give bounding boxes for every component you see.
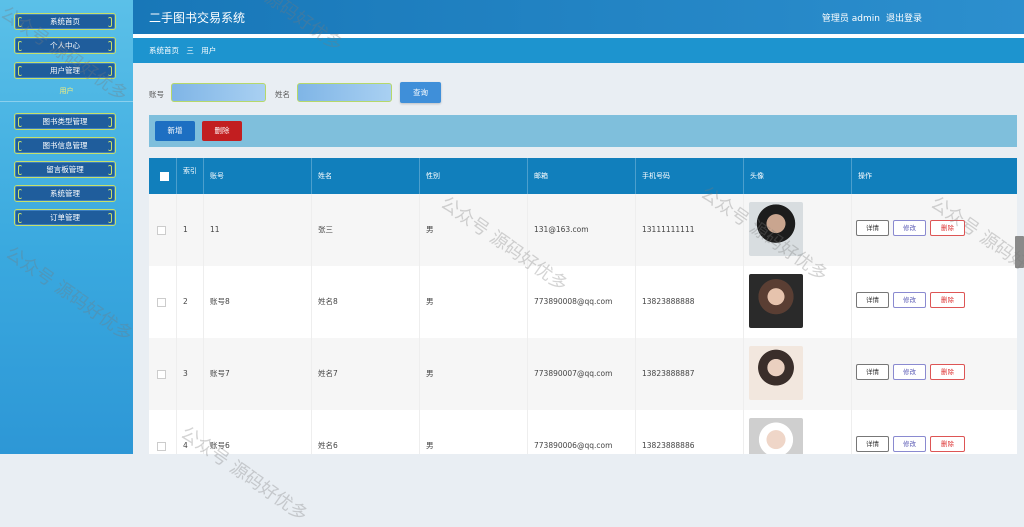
sidebar-divider: [0, 101, 133, 102]
cell-email: 131@163.com: [528, 194, 636, 266]
cell-avatar: [744, 338, 852, 410]
breadcrumb-home[interactable]: 系统首页: [149, 38, 179, 63]
avatar: [749, 346, 803, 400]
delete-button[interactable]: 删除: [930, 220, 965, 236]
detail-button[interactable]: 详情: [856, 436, 889, 452]
cell-avatar: [744, 266, 852, 338]
breadcrumb-current: 用户: [201, 46, 217, 55]
detail-button[interactable]: 详情: [856, 364, 889, 380]
query-button[interactable]: 查询: [400, 82, 441, 103]
batch-delete-button[interactable]: 删除: [202, 121, 242, 141]
edit-button[interactable]: 修改: [893, 292, 926, 308]
cell-name: 姓名7: [312, 338, 420, 410]
sidebar-item-book-info[interactable]: 图书信息管理: [14, 137, 116, 154]
cell-name: 姓名6: [312, 410, 420, 454]
cell-account: 11: [204, 194, 312, 266]
table-row: 1 11 张三 男 131@163.com 13111111111 详情 修改 …: [149, 194, 1017, 267]
cell-name: 张三: [312, 194, 420, 266]
cell-email: 773890008@qq.com: [528, 266, 636, 338]
sidebar-item-profile[interactable]: 个人中心: [14, 37, 116, 54]
breadcrumb: 系统首页 三 用户: [133, 38, 1024, 63]
table-row: 3 账号7 姓名7 男 773890007@qq.com 13823888887…: [149, 338, 1017, 411]
table-header: 索引 账号 姓名 性别 邮箱 手机号码 头像 操作: [149, 158, 1017, 194]
cell-avatar: [744, 194, 852, 266]
header-user-area: 管理员 admin 退出登录: [822, 11, 922, 24]
cell-account: 账号7: [204, 338, 312, 410]
user-table: 索引 账号 姓名 性别 邮箱 手机号码 头像 操作 1 11 张三 男 131@…: [149, 158, 1017, 454]
cell-phone: 13823888887: [636, 338, 744, 410]
sidebar-item-book-type[interactable]: 图书类型管理: [14, 113, 116, 130]
cell-gender: 男: [420, 194, 528, 266]
column-header-avatar: 头像: [744, 158, 852, 194]
detail-button[interactable]: 详情: [856, 292, 889, 308]
avatar: [749, 202, 803, 256]
row-checkbox[interactable]: [149, 410, 177, 454]
column-header-name: 姓名: [312, 158, 420, 194]
cell-actions: 详情 修改 删除: [852, 266, 1017, 338]
detail-button[interactable]: 详情: [856, 220, 889, 236]
cell-actions: 详情 修改 删除: [852, 410, 1017, 454]
sidebar-item-system[interactable]: 系统管理: [14, 185, 116, 202]
cell-avatar: [744, 410, 852, 454]
cell-phone: 13111111111: [636, 194, 744, 266]
current-user: 管理员 admin: [821, 14, 880, 24]
column-header-email: 邮箱: [528, 158, 636, 194]
delete-button[interactable]: 删除: [930, 292, 965, 308]
cell-index: 1: [177, 194, 204, 266]
cell-email: 773890007@qq.com: [528, 338, 636, 410]
cell-actions: 详情 修改 删除: [852, 194, 1017, 266]
top-header: 二手图书交易系统 管理员 admin 退出登录: [133, 0, 1024, 34]
cell-name: 姓名8: [312, 266, 420, 338]
cell-account: 账号8: [204, 266, 312, 338]
cell-phone: 13823888888: [636, 266, 744, 338]
sidebar: 系统首页 个人中心 用户管理 用户 图书类型管理 图书信息管理 留言板管理 系统…: [0, 0, 133, 454]
sidebar-subitem-user[interactable]: 用户: [0, 86, 133, 96]
cell-email: 773890006@qq.com: [528, 410, 636, 454]
sidebar-item-home[interactable]: 系统首页: [14, 13, 116, 30]
column-header-account: 账号: [204, 158, 312, 194]
column-header-actions: 操作: [858, 172, 872, 180]
column-header-phone: 手机号码: [636, 158, 744, 194]
logout-link[interactable]: 退出登录: [886, 11, 922, 24]
scrollbar-thumb[interactable]: [1015, 236, 1024, 268]
cell-actions: 详情 修改 删除: [852, 338, 1017, 410]
cell-index: 2: [177, 266, 204, 338]
app-title: 二手图书交易系统: [149, 11, 246, 25]
cell-gender: 男: [420, 338, 528, 410]
select-all-checkbox[interactable]: [149, 158, 177, 194]
row-checkbox[interactable]: [149, 266, 177, 338]
account-label: 账号: [149, 90, 164, 99]
account-search-input[interactable]: [171, 83, 266, 102]
name-label: 姓名: [275, 90, 290, 99]
cell-phone: 13823888886: [636, 410, 744, 454]
row-checkbox[interactable]: [149, 338, 177, 410]
delete-button[interactable]: 删除: [930, 364, 965, 380]
avatar: [749, 274, 803, 328]
add-button[interactable]: 新增: [155, 121, 195, 141]
sidebar-item-orders[interactable]: 订单管理: [14, 209, 116, 226]
edit-button[interactable]: 修改: [893, 364, 926, 380]
cell-account: 账号6: [204, 410, 312, 454]
action-bar: 新增 删除: [149, 115, 1017, 147]
name-search-input[interactable]: [297, 83, 392, 102]
edit-button[interactable]: 修改: [893, 220, 926, 236]
edit-button[interactable]: 修改: [893, 436, 926, 452]
breadcrumb-separator-icon: 三: [186, 46, 194, 55]
column-header-index: 索引: [177, 158, 204, 194]
cell-index: 3: [177, 338, 204, 410]
avatar: [749, 418, 803, 454]
delete-button[interactable]: 删除: [930, 436, 965, 452]
table-row: 2 账号8 姓名8 男 773890008@qq.com 13823888888…: [149, 266, 1017, 339]
table-row: 4 账号6 姓名6 男 773890006@qq.com 13823888886…: [149, 410, 1017, 454]
cell-gender: 男: [420, 266, 528, 338]
cell-gender: 男: [420, 410, 528, 454]
sidebar-item-user-management[interactable]: 用户管理: [14, 62, 116, 79]
sidebar-item-message-board[interactable]: 留言板管理: [14, 161, 116, 178]
row-checkbox[interactable]: [149, 194, 177, 266]
cell-index: 4: [177, 410, 204, 454]
column-header-gender: 性别: [420, 158, 528, 194]
